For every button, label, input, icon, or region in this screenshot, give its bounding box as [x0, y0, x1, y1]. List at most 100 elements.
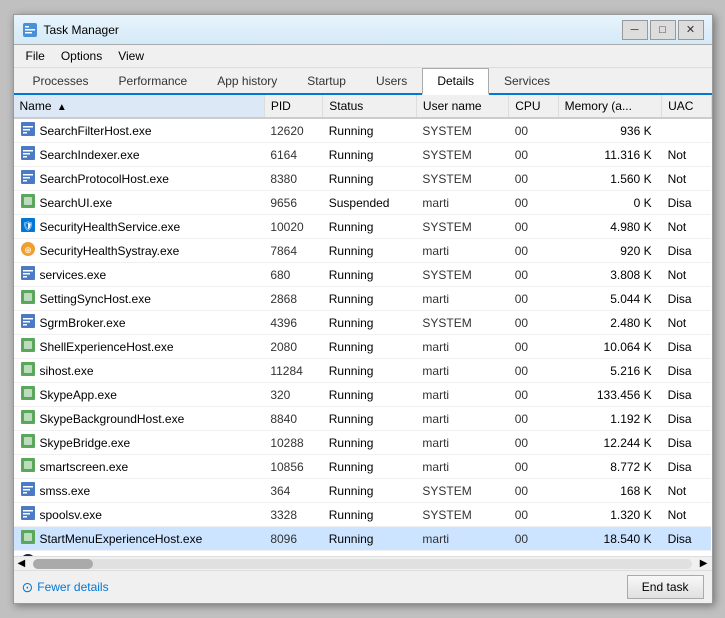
- cell-name: SearchUI.exe: [14, 191, 265, 215]
- cell-memory: 0 K: [558, 191, 661, 215]
- cell-status: Running: [323, 167, 417, 191]
- end-task-button[interactable]: End task: [627, 575, 704, 599]
- horizontal-scrollbar[interactable]: ◀ ▶: [14, 556, 712, 570]
- process-name: SecurityHealthService.exe: [40, 220, 181, 234]
- table-row[interactable]: SkypeApp.exe 320 Running marti 00 133.45…: [14, 383, 712, 407]
- cell-memory: 168 K: [558, 479, 661, 503]
- tab-services[interactable]: Services: [489, 68, 565, 95]
- menu-options[interactable]: Options: [53, 47, 110, 65]
- minimize-button[interactable]: ─: [622, 20, 648, 40]
- scroll-thumb[interactable]: [33, 559, 93, 569]
- table-row[interactable]: SearchFilterHost.exe 12620 Running SYSTE…: [14, 118, 712, 143]
- col-header-username[interactable]: User name: [416, 95, 508, 118]
- table-row[interactable]: SkypeBackgroundHost.exe 8840 Running mar…: [14, 407, 712, 431]
- cell-username: SYSTEM: [416, 118, 508, 143]
- close-button[interactable]: ✕: [678, 20, 704, 40]
- cell-status: Running: [323, 455, 417, 479]
- table-row[interactable]: ⊕ SecurityHealthSystray.exe 7864 Running…: [14, 239, 712, 263]
- process-name: ShellExperienceHost.exe: [40, 340, 174, 354]
- tab-app-history[interactable]: App history: [202, 68, 292, 95]
- col-header-pid[interactable]: PID: [264, 95, 322, 118]
- scroll-left-arrow[interactable]: ◀: [14, 558, 30, 569]
- table-row[interactable]: SearchProtocolHost.exe 8380 Running SYST…: [14, 167, 712, 191]
- col-header-status[interactable]: Status: [323, 95, 417, 118]
- app-icon: [22, 22, 38, 38]
- table-row[interactable]: SgrmBroker.exe 4396 Running SYSTEM 00 2.…: [14, 311, 712, 335]
- cell-cpu: 00: [509, 191, 558, 215]
- cell-pid: 10020: [264, 215, 322, 239]
- cell-cpu: 00: [509, 239, 558, 263]
- cell-cpu: 00: [509, 167, 558, 191]
- table-row[interactable]: SearchIndexer.exe 6164 Running SYSTEM 00…: [14, 143, 712, 167]
- cell-cpu: 00: [509, 287, 558, 311]
- col-header-cpu[interactable]: CPU: [509, 95, 558, 118]
- col-header-name[interactable]: Name ▲: [14, 95, 265, 118]
- cell-cpu: 00: [509, 527, 558, 551]
- cell-cpu: 00: [509, 311, 558, 335]
- tab-users[interactable]: Users: [361, 68, 422, 95]
- cell-name: SearchFilterHost.exe: [14, 118, 265, 143]
- table-row[interactable]: SearchUI.exe 9656 Suspended marti 00 0 K…: [14, 191, 712, 215]
- cell-username: SYSTEM: [416, 215, 508, 239]
- cell-pid: 3328: [264, 503, 322, 527]
- table-row[interactable]: smartscreen.exe 10856 Running marti 00 8…: [14, 455, 712, 479]
- cell-status: Running: [323, 359, 417, 383]
- table-row[interactable]: SettingSyncHost.exe 2868 Running marti 0…: [14, 287, 712, 311]
- cell-username: marti: [416, 407, 508, 431]
- cell-memory: 5.216 K: [558, 359, 661, 383]
- cell-uac: Not: [662, 479, 711, 503]
- maximize-button[interactable]: □: [650, 20, 676, 40]
- cell-cpu: 00: [509, 431, 558, 455]
- cell-uac: Not: [662, 215, 711, 239]
- menu-view[interactable]: View: [110, 47, 152, 65]
- col-header-uac[interactable]: UAC: [662, 95, 711, 118]
- process-name: sihost.exe: [40, 364, 94, 378]
- process-icon-7: [20, 289, 36, 308]
- process-icon-4: 🛡: [20, 217, 36, 236]
- process-name: services.exe: [40, 268, 107, 282]
- process-icon-11: [20, 385, 36, 404]
- table-row[interactable]: services.exe 680 Running SYSTEM 00 3.808…: [14, 263, 712, 287]
- process-icon-13: [20, 433, 36, 452]
- tab-performance[interactable]: Performance: [104, 68, 203, 95]
- scroll-right-arrow[interactable]: ▶: [696, 558, 712, 569]
- cell-username: marti: [416, 335, 508, 359]
- table-row[interactable]: ShellExperienceHost.exe 2080 Running mar…: [14, 335, 712, 359]
- cell-pid: 320: [264, 383, 322, 407]
- cell-uac: Disa: [662, 383, 711, 407]
- cell-name: spoolsv.exe: [14, 503, 265, 527]
- tab-details[interactable]: Details: [422, 68, 489, 95]
- cell-status: Running: [323, 431, 417, 455]
- cell-uac: Disa: [662, 431, 711, 455]
- table-row[interactable]: StartMenuExperienceHost.exe 8096 Running…: [14, 527, 712, 551]
- cell-memory: 11.316 K: [558, 143, 661, 167]
- scroll-track[interactable]: [33, 559, 692, 569]
- table-row[interactable]: 🛡 SecurityHealthService.exe 10020 Runnin…: [14, 215, 712, 239]
- process-name: SearchProtocolHost.exe: [40, 172, 169, 186]
- window-title: Task Manager: [44, 23, 622, 37]
- cell-memory: 4.980 K: [558, 215, 661, 239]
- menu-file[interactable]: File: [18, 47, 53, 65]
- cell-status: Running: [323, 118, 417, 143]
- table-row[interactable]: sihost.exe 11284 Running marti 00 5.216 …: [14, 359, 712, 383]
- cell-uac: Disa: [662, 407, 711, 431]
- cell-uac: Disa: [662, 359, 711, 383]
- process-table-container[interactable]: Name ▲ PID Status User name CPU Memory (…: [14, 95, 712, 556]
- col-header-memory[interactable]: Memory (a...: [558, 95, 661, 118]
- process-icon-2: [20, 169, 36, 188]
- cell-username: SYSTEM: [416, 263, 508, 287]
- cell-cpu: 00: [509, 335, 558, 359]
- table-row[interactable]: spoolsv.exe 3328 Running SYSTEM 00 1.320…: [14, 503, 712, 527]
- fewer-details-button[interactable]: ⊙ Fewer details: [22, 579, 109, 596]
- cell-cpu: 00: [509, 503, 558, 527]
- cell-status: Running: [323, 479, 417, 503]
- cell-pid: 2868: [264, 287, 322, 311]
- tab-startup[interactable]: Startup: [292, 68, 361, 95]
- cell-username: SYSTEM: [416, 503, 508, 527]
- cell-status: Running: [323, 311, 417, 335]
- col-name-label: Name: [20, 99, 52, 113]
- process-icon-16: [20, 505, 36, 524]
- table-row[interactable]: smss.exe 364 Running SYSTEM 00 168 K Not: [14, 479, 712, 503]
- tab-processes[interactable]: Processes: [18, 68, 104, 95]
- table-row[interactable]: SkypeBridge.exe 10288 Running marti 00 1…: [14, 431, 712, 455]
